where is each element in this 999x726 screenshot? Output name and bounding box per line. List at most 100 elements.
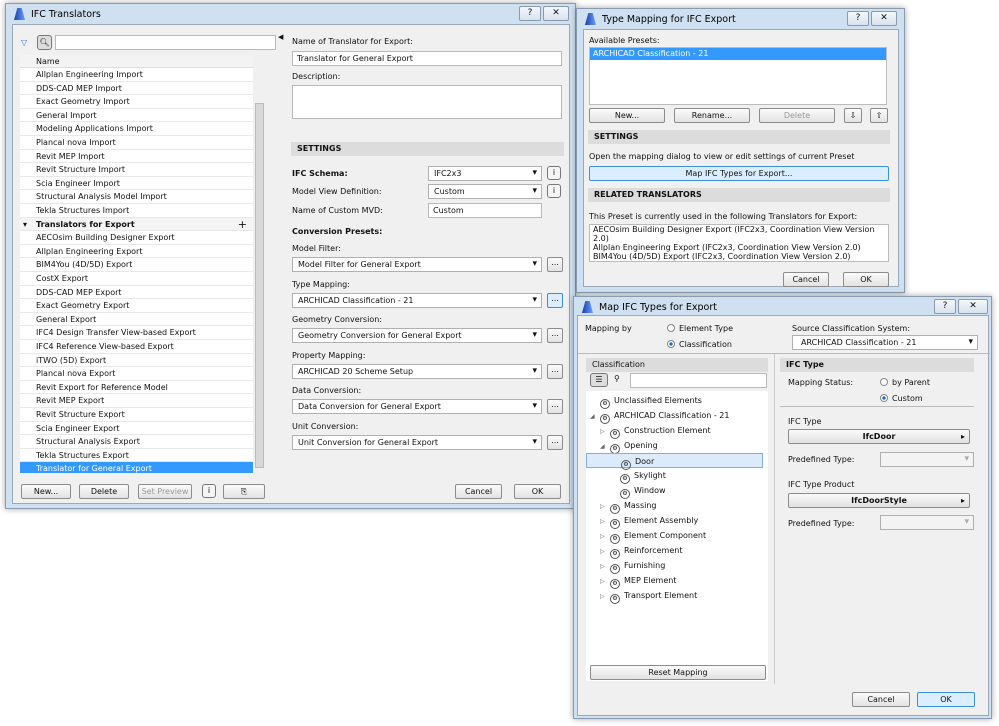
browse-button[interactable]: ... [547,292,563,308]
tree-item[interactable]: ▷ ⚙ Construction Element [586,423,763,439]
list-item[interactable]: DDS-CAD MEP Import [20,81,253,96]
tree-item[interactable]: ▷ ⚙ Furnishing [586,558,763,574]
preset-select[interactable]: Unit Conversion for General Export [292,434,542,450]
search-icon[interactable]: ⚲ [614,374,620,383]
list-item[interactable]: Tekla Structures Export [20,448,253,463]
tree-item[interactable]: ▷ ⚙ Massing [586,498,763,514]
list-item[interactable]: Structural Analysis Export [20,435,253,449]
list-item[interactable]: Revit Structure Export [20,408,253,422]
list-item[interactable]: AECOsim Building Designer Export [20,231,253,245]
list-item[interactable]: Scia Engineer Export [20,421,253,436]
list-item[interactable]: iTWO (5D) Export [20,353,253,368]
settings-header[interactable]: SETTINGS [588,130,890,144]
browse-button[interactable]: ... [547,328,563,343]
list-group-export[interactable]: ▾ Translators for Export + [20,217,253,232]
cancel-button[interactable]: Cancel [455,484,502,499]
expand-icon[interactable]: ▷ [600,559,610,574]
list-item[interactable]: Modeling Applications Import [20,122,253,136]
name-input[interactable]: Translator for General Export [292,51,562,66]
list-item[interactable]: Plancal nova Export [20,367,253,381]
source-select[interactable]: ARCHICAD Classification - 21 [792,335,978,350]
expand-icon[interactable]: ▷ [600,529,610,544]
list-item[interactable]: Exact Geometry Import [20,95,253,109]
classification-radio[interactable]: Classification [667,340,732,349]
map-ifc-types-button[interactable]: Map IFC Types for Export... [589,166,889,181]
ifc-type-button[interactable]: IfcDoor [788,429,970,444]
list-item[interactable]: Allplan Engineering Import [20,68,253,82]
help-button[interactable]: ? [519,6,541,21]
custom-mvd-input[interactable]: Custom [428,203,542,218]
preset-select[interactable]: Geometry Conversion for General Export [292,328,542,343]
list-item[interactable]: Translator for General Export [20,462,253,473]
list-item[interactable]: Tekla Structures Import [20,204,253,218]
description-input[interactable] [292,85,562,119]
cancel-button[interactable]: Cancel [852,692,910,707]
preset-select[interactable]: Data Conversion for General Export [292,399,542,414]
expand-icon[interactable]: ▾ [23,218,27,232]
new-button[interactable]: New... [21,484,71,499]
schema-info-icon[interactable]: i [547,166,561,180]
by-parent-radio[interactable]: by Parent [880,378,930,387]
expand-icon[interactable]: ▷ [600,544,610,559]
help-button[interactable]: ? [934,299,956,314]
ok-button[interactable]: OK [843,272,889,287]
list-item[interactable]: Structural Analysis Model Import [20,190,253,204]
element-type-radio[interactable]: Element Type [667,324,733,333]
list-item[interactable]: Allplan Engineering Export [20,244,253,259]
new-button[interactable]: New... [589,108,665,123]
expand-icon[interactable]: ▷ [600,424,610,439]
tree-item[interactable]: ◢ ⚙ ARCHICAD Classification - 21 [586,408,763,424]
close-button[interactable]: ✕ [958,299,988,314]
import-button[interactable]: ⇩ [844,108,862,123]
tree-item[interactable]: ▷ ⚙ Element Assembly [586,513,763,529]
schema-select[interactable]: IFC2x3 [428,166,542,181]
product-predefined-type-select[interactable] [880,515,974,530]
cancel-button[interactable]: Cancel [783,272,829,287]
delete-button[interactable]: Delete [79,484,129,499]
browse-button[interactable]: ... [547,363,563,379]
import-export-button[interactable]: ⎘ [223,484,265,499]
ifc-type-product-button[interactable]: IfcDoorStyle [788,493,970,508]
expand-icon[interactable]: ▷ [600,574,610,589]
list-item[interactable]: Plancal nova Import [20,136,253,150]
tree-item[interactable]: ⚙ Door [586,453,763,470]
tree-item[interactable]: ▷ ⚙ Element Component [586,528,763,544]
export-button[interactable]: ⇧ [870,108,888,123]
list-item[interactable]: IFC4 Reference View-based Export [20,340,253,354]
expand-icon[interactable]: ◢ [600,439,610,454]
tree-search-input[interactable] [630,373,767,388]
collapse-icon[interactable]: ◀ [278,33,283,41]
preset-select[interactable]: ARCHICAD 20 Scheme Setup [292,363,542,379]
reset-mapping-button[interactable]: Reset Mapping [590,665,766,680]
close-button[interactable]: ✕ [543,6,569,21]
list-item[interactable]: Revit MEP Import [20,149,253,164]
list-item[interactable]: Revit Structure Import [20,163,253,177]
preset-item[interactable]: ARCHICAD Classification - 21 [590,48,886,60]
expand-icon[interactable]: ▷ [600,499,610,514]
tree-item[interactable]: ▷ ⚙ Transport Element [586,588,763,604]
add-icon[interactable]: + [238,218,247,232]
tree-item[interactable]: ◢ ⚙ Opening [586,438,763,454]
list-item[interactable]: Revit Export for Reference Model [20,380,253,395]
list-item[interactable]: General Import [20,108,253,123]
expand-icon[interactable]: ▷ [600,589,610,604]
related-translators-header[interactable]: RELATED TRANSLATORS [588,188,890,202]
browse-button[interactable]: ... [547,399,563,414]
set-preview-button[interactable]: Set Preview [138,484,192,499]
tree-item[interactable]: ▷ ⚙ MEP Element [586,573,763,589]
preset-select[interactable]: Model Filter for General Export [292,257,542,272]
tree-item[interactable]: ⚙ Window [586,483,763,499]
predefined-type-select[interactable] [880,452,974,467]
custom-radio[interactable]: Custom [880,394,923,403]
mvd-info-icon[interactable]: i [547,184,561,198]
expand-icon[interactable]: ▷ [600,514,610,529]
delete-button[interactable]: Delete [759,108,835,123]
mvd-select[interactable]: Custom [428,184,542,199]
close-button[interactable]: ✕ [871,11,897,26]
list-item[interactable]: Exact Geometry Export [20,299,253,313]
tree-item[interactable]: ▷ ⚙ Reinforcement [586,543,763,559]
ok-button[interactable]: OK [514,484,561,499]
info-icon[interactable]: i [202,484,216,498]
tree-item[interactable]: ⚙ Unclassified Elements [586,393,763,409]
list-item[interactable]: General Export [20,312,253,327]
